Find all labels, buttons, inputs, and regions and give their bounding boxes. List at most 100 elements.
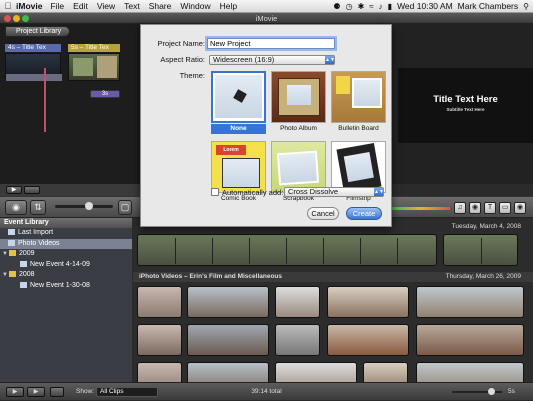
clip-thumb[interactable] [187, 362, 269, 382]
frame-divider [397, 238, 398, 264]
clip-duration-badge[interactable]: 3s [90, 90, 120, 98]
viewer-screen[interactable]: Title Text Here Subtitle Text Here [398, 68, 533, 143]
clip-thumb[interactable] [416, 324, 524, 356]
theme-photo-album[interactable]: Photo Album [271, 71, 326, 139]
theme-bulletin-board[interactable]: Bulletin Board [331, 71, 386, 139]
clip-thumb[interactable] [327, 286, 409, 318]
clip-thumb[interactable] [275, 324, 320, 356]
project-library-button[interactable]: Project Library [5, 26, 71, 37]
camera-import-button[interactable]: ◉ [5, 200, 27, 215]
auto-add-checkbox[interactable] [211, 188, 219, 196]
battery-icon[interactable]: ▮ [388, 2, 392, 11]
clip-strip-1[interactable] [137, 234, 437, 266]
clip-strip-1b[interactable] [443, 234, 518, 266]
disclosure-triangle-icon[interactable]: ▼ [2, 249, 9, 260]
camera-icon: ◉ [471, 204, 479, 211]
clip-title-label-2[interactable]: 5s – Title Tex [68, 44, 120, 52]
library-item-label: 2009 [19, 250, 35, 257]
spotlight-icon[interactable]: ⚲ [523, 2, 529, 11]
library-item-last-import[interactable]: Last Import [0, 228, 132, 239]
titles-browser-button[interactable]: T [484, 202, 496, 214]
camera-icon: ◉ [12, 202, 20, 212]
filmstrip-photo [343, 151, 374, 183]
cancel-button[interactable]: Cancel [307, 207, 339, 220]
clip-thumb[interactable] [187, 286, 269, 318]
aspect-ratio-select[interactable]: Widescreen (16:9) ▲▼ [209, 55, 335, 65]
close-window-icon[interactable] [4, 15, 11, 22]
clip-thumb[interactable] [137, 286, 182, 318]
pinned-photo [352, 78, 382, 108]
folder-icon [9, 271, 16, 277]
clip-thumb[interactable] [275, 362, 357, 382]
clip-thumb[interactable] [363, 362, 408, 382]
theme-none[interactable]: None [211, 71, 266, 139]
menu-edit[interactable]: Edit [73, 1, 88, 11]
volume-icon[interactable]: ♪ [379, 2, 383, 11]
project-area: Project Library 4s – Title Tex 5s – Titl… [0, 24, 140, 196]
library-item-label: Last Import [18, 229, 54, 236]
zoom-slider[interactable] [452, 388, 502, 395]
auto-add-transition-select[interactable]: Cross Dissolve ▲▼ [284, 187, 384, 197]
disclosure-triangle-icon[interactable]: ▼ [2, 270, 9, 281]
thumbnail-slider[interactable] [55, 202, 113, 210]
clip-thumb[interactable] [187, 324, 269, 356]
create-button[interactable]: Create [346, 207, 382, 220]
clip-thumb[interactable] [137, 362, 182, 382]
menu-share[interactable]: Share [149, 1, 172, 11]
bluetooth-icon[interactable]: ✱ [358, 2, 365, 11]
menu-window[interactable]: Window [180, 1, 210, 11]
film-icon [20, 260, 27, 267]
project-clip-1[interactable] [5, 53, 62, 81]
slider-thumb[interactable] [85, 202, 93, 210]
menu-app-name[interactable]: iMovie [16, 1, 42, 11]
time-machine-icon[interactable]: ◷ [346, 2, 353, 11]
frame-divider [323, 238, 324, 264]
play-project-button[interactable]: ▶ [6, 186, 22, 194]
menu-file[interactable]: File [50, 1, 64, 11]
theme-label-none: None [211, 124, 266, 134]
play-fullscreen-button[interactable] [24, 186, 40, 194]
menu-clock[interactable]: Wed 10:30 AM [397, 1, 453, 11]
status-icon[interactable]: ⚈ [333, 2, 340, 11]
library-item-2008[interactable]: ▼ 2008 [0, 270, 132, 281]
library-item-2009[interactable]: ▼ 2009 [0, 249, 132, 260]
library-item-photo-videos[interactable]: Photo Videos [0, 238, 132, 249]
apple-menu-icon[interactable]:  [0, 1, 16, 11]
wifi-icon[interactable]: ≈ [369, 2, 373, 11]
clip-thumb[interactable] [137, 324, 182, 356]
playhead[interactable] [44, 68, 46, 132]
menu-view[interactable]: View [97, 1, 115, 11]
clip-thumb[interactable] [416, 286, 524, 318]
film-icon [20, 281, 27, 288]
menu-text[interactable]: Text [124, 1, 140, 11]
theme-comic-book[interactable]: Lorem Ipsum Comic Book [211, 141, 266, 209]
swap-events-button[interactable]: ⇅ [30, 200, 46, 215]
auto-add-value: Cross Dissolve [288, 187, 339, 196]
theme-scrapbook[interactable]: Scrapbook [271, 141, 326, 209]
clip-title-label-1[interactable]: 4s – Title Tex [5, 44, 61, 52]
menu-help[interactable]: Help [220, 1, 237, 11]
project-clip-2[interactable] [68, 53, 120, 81]
library-item-new-event-1-30-08[interactable]: New Event 1-30-08 [0, 281, 132, 292]
maps-browser-button[interactable]: ◉ [514, 202, 526, 214]
music-browser-button[interactable]: ♫ [454, 202, 466, 214]
clip-thumb[interactable] [416, 362, 524, 382]
select-arrows-icon: ▲▼ [374, 188, 384, 196]
zoom-window-icon[interactable] [22, 15, 29, 22]
event-library: Event Library Last Import Photo Videos ▼… [0, 218, 132, 382]
minimize-window-icon[interactable] [13, 15, 20, 22]
menu-user[interactable]: Mark Chambers [458, 1, 518, 11]
viewer: Title Text Here Subtitle Text Here [392, 24, 533, 184]
clip-thumb[interactable] [275, 286, 320, 318]
zoom-slider-thumb[interactable] [488, 388, 495, 395]
theme-filmstrip[interactable]: Filmstrip [331, 141, 386, 209]
frame-divider [286, 238, 287, 264]
transitions-browser-button[interactable]: ▭ [499, 202, 511, 214]
photo-browser-button[interactable]: ◉ [469, 202, 481, 214]
tool-button[interactable]: ▢ [118, 200, 132, 215]
event-title-2: iPhoto Videos – Erin's Film and Miscella… [139, 273, 283, 280]
frame-divider [360, 238, 361, 264]
project-name-input[interactable] [207, 38, 335, 49]
clip-thumb[interactable] [327, 324, 409, 356]
library-item-new-event-4-14-09[interactable]: New Event 4-14-09 [0, 260, 132, 271]
